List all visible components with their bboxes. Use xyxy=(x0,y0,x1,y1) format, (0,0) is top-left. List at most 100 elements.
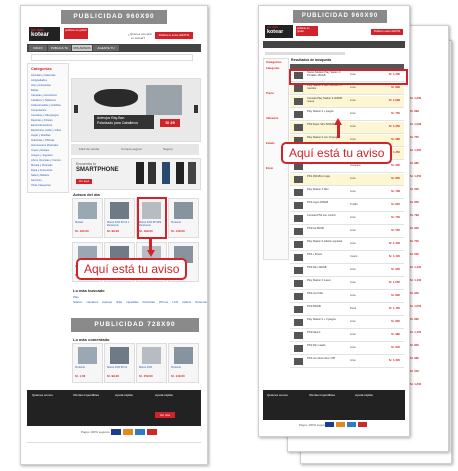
result-price: S/. 1,099 xyxy=(388,98,400,102)
back-row-price: S/. 920 xyxy=(410,226,419,230)
smartphone-cta[interactable]: Ver aquí xyxy=(76,179,92,184)
result-row[interactable]: Consola Play Station 3 320GB nueva Lima S/… xyxy=(290,96,404,108)
search-tag[interactable]: laptops xyxy=(102,300,112,304)
phone-image xyxy=(162,162,170,184)
result-row[interactable]: Play Station 3 edición especial Lima S/. 1… xyxy=(290,239,404,251)
benefit-2: Compra segura xyxy=(121,147,142,151)
payment-logos xyxy=(111,429,163,435)
filter-section[interactable]: Ubicación xyxy=(266,117,287,120)
result-row[interactable]: Play Station 3 + juegos Lima S/. 750 xyxy=(290,109,404,121)
search-tag[interactable]: bicicletas xyxy=(143,300,155,304)
product-card[interactable]: Marca XOR 88 Kit S/. 99.00 xyxy=(104,343,135,383)
card-icon xyxy=(147,429,157,435)
slider-next-icon[interactable] xyxy=(194,105,198,113)
result-row[interactable]: PS3 negro 250GB Trujillo S/. 920 xyxy=(290,200,404,212)
footer-col[interactable]: Quiénes somos xyxy=(267,393,288,397)
search-tag[interactable]: Nintendo xyxy=(195,300,207,304)
result-row[interactable]: Play Station 3 + 3 juegos Lima S/. 820 xyxy=(290,317,404,329)
bottom-ad-banner[interactable]: PUBLICIDAD 728X90 xyxy=(71,318,199,332)
result-thumbnail xyxy=(294,293,303,300)
back-row-price: S/. 799 xyxy=(410,213,419,217)
footer-col[interactable]: Ofertas imperdibles xyxy=(73,393,99,397)
product-card[interactable]: Marca XOR S/. 159.00 xyxy=(136,343,167,383)
search-tag[interactable]: zapatillas xyxy=(126,300,139,304)
product-card[interactable]: Producto S/. 149.00 xyxy=(168,343,199,383)
result-location: Lima xyxy=(350,346,356,349)
breadcrumb xyxy=(265,52,345,55)
result-thumbnail xyxy=(294,345,303,352)
search-tag[interactable]: iPhone xyxy=(159,300,168,304)
footer-col[interactable]: Ayuda rápida xyxy=(155,393,173,397)
search-tag[interactable]: iPad xyxy=(116,300,122,304)
publish-button[interactable]: Publica tu aviso GRATIS xyxy=(371,29,403,35)
product-image xyxy=(78,202,97,219)
result-row[interactable]: PS3 500GB Piura S/. 1,150 xyxy=(290,304,404,316)
result-price: S/. 1,050 xyxy=(388,280,400,284)
search-tag[interactable]: celulares xyxy=(86,300,98,304)
smartphone-ad[interactable]: Encuentra tu SMARTPHONE Ver aquí xyxy=(71,158,201,190)
result-thumbnail xyxy=(294,85,303,92)
search-results-mockup: PUBLICIDAD 960X90 los más kotear publica… xyxy=(258,5,410,437)
filter-section[interactable]: Categorías xyxy=(266,67,287,70)
search-tag[interactable]: tablets xyxy=(182,300,191,304)
tab-cuenta[interactable]: AGENTE TU CUENTA xyxy=(93,45,119,56)
result-row[interactable]: PS3 blanco Lima S/. 980 xyxy=(290,330,404,342)
filter-section[interactable]: Precio xyxy=(266,92,287,95)
result-row[interactable]: PS3 Slim usado Lima S/. 640 xyxy=(290,343,404,355)
result-title: PS3 con disco duro 1TB xyxy=(307,357,335,360)
result-location: Lima xyxy=(350,229,356,232)
tab-publica[interactable]: PUBLICA TU AVISO xyxy=(48,45,71,56)
publish-button[interactable]: Publica tu aviso GRATIS xyxy=(155,32,193,39)
result-row[interactable]: PS3 Fat 80GB Lima S/. 550 xyxy=(290,226,404,238)
slider-prev-icon[interactable] xyxy=(74,105,78,113)
categories-title: Categorías xyxy=(266,60,282,64)
product-card[interactable]: Modelo: S/. 195.00 xyxy=(72,198,103,238)
result-row[interactable]: PS3 Super Slim 500GB Lima S/. 1,250 xyxy=(290,122,404,134)
deals-title: Avisos del día xyxy=(73,192,100,197)
product-card[interactable]: Producto S/. 149.00 xyxy=(168,198,199,238)
search-input[interactable] xyxy=(31,54,193,61)
result-thumbnail xyxy=(294,163,303,170)
result-row[interactable]: Play Station 3 nuevo Lima S/. 1,050 xyxy=(290,278,404,290)
result-title: Play Station 3 Slim xyxy=(307,188,329,191)
logo[interactable]: los más kotear xyxy=(265,25,293,38)
result-row[interactable]: PS3 con FIFA Lima S/. 890 xyxy=(290,291,404,303)
result-row[interactable]: PS3 con disco duro 1TB Lima S/. 1,300 xyxy=(290,356,404,368)
category-item[interactable]: Otras Categorías xyxy=(31,183,67,188)
search-tag[interactable]: Play Station xyxy=(73,295,82,304)
product-name: Producto xyxy=(75,366,86,369)
product-price: S/. 99.00 xyxy=(107,374,120,378)
hero-slider[interactable]: Anteojos Ray-Ban Polarizado para Caballe… xyxy=(71,78,201,142)
footer-cta[interactable]: Ver más xyxy=(155,412,175,418)
header-link[interactable]: en kotear? xyxy=(131,36,145,40)
result-title: PS3 blanco xyxy=(307,331,321,334)
result-row[interactable]: Play Station 3 Slim Lima S/. 799 xyxy=(290,187,404,199)
result-row[interactable]: PS3 Slim 320GB Lima S/. 950 xyxy=(290,265,404,277)
product-card[interactable]: Marca XOR 88 Kit 1 Resistente S/. 99.00 xyxy=(104,198,135,238)
top-ad-banner[interactable]: PUBLICIDAD 960X90 xyxy=(293,10,387,23)
top-ad-banner[interactable]: PUBLICIDAD 960X90 xyxy=(61,10,167,24)
result-row[interactable]: PS3 + Kinect Cusco S/. 1,100 xyxy=(290,252,404,264)
main-nav xyxy=(263,41,405,48)
filter-section[interactable]: Envío xyxy=(266,167,287,170)
result-location: Lima xyxy=(350,177,356,180)
footer-col[interactable]: Ayuda rápida xyxy=(355,393,373,397)
tab-mis-avisos[interactable]: MIS AVISOS xyxy=(72,45,92,51)
back-row-price: S/. 890 xyxy=(410,317,419,321)
footer-col[interactable]: Quiénes somos xyxy=(32,393,53,397)
product-image xyxy=(174,202,193,219)
result-price: S/. 980 xyxy=(391,137,400,141)
result-row[interactable]: PS3 160GB en caja Lima S/. 850 xyxy=(290,174,404,186)
footer-col[interactable]: Ayuda rápida xyxy=(115,393,133,397)
footer-col[interactable]: Ofertas imperdibles xyxy=(309,393,335,397)
footer-links xyxy=(27,442,201,451)
result-price: S/. 980 xyxy=(391,332,400,336)
tab-inicio[interactable]: INICIO xyxy=(29,45,47,51)
result-thumbnail xyxy=(294,254,303,261)
card-icon xyxy=(135,429,145,435)
result-row[interactable]: Consola PS3 con control Lima S/. 700 xyxy=(290,213,404,225)
result-price: S/. 640 xyxy=(391,345,400,349)
search-tag[interactable]: LCD xyxy=(172,300,178,304)
logo[interactable]: los más kotear xyxy=(29,27,60,41)
product-card[interactable]: Producto S/. 1.00 xyxy=(72,343,103,383)
